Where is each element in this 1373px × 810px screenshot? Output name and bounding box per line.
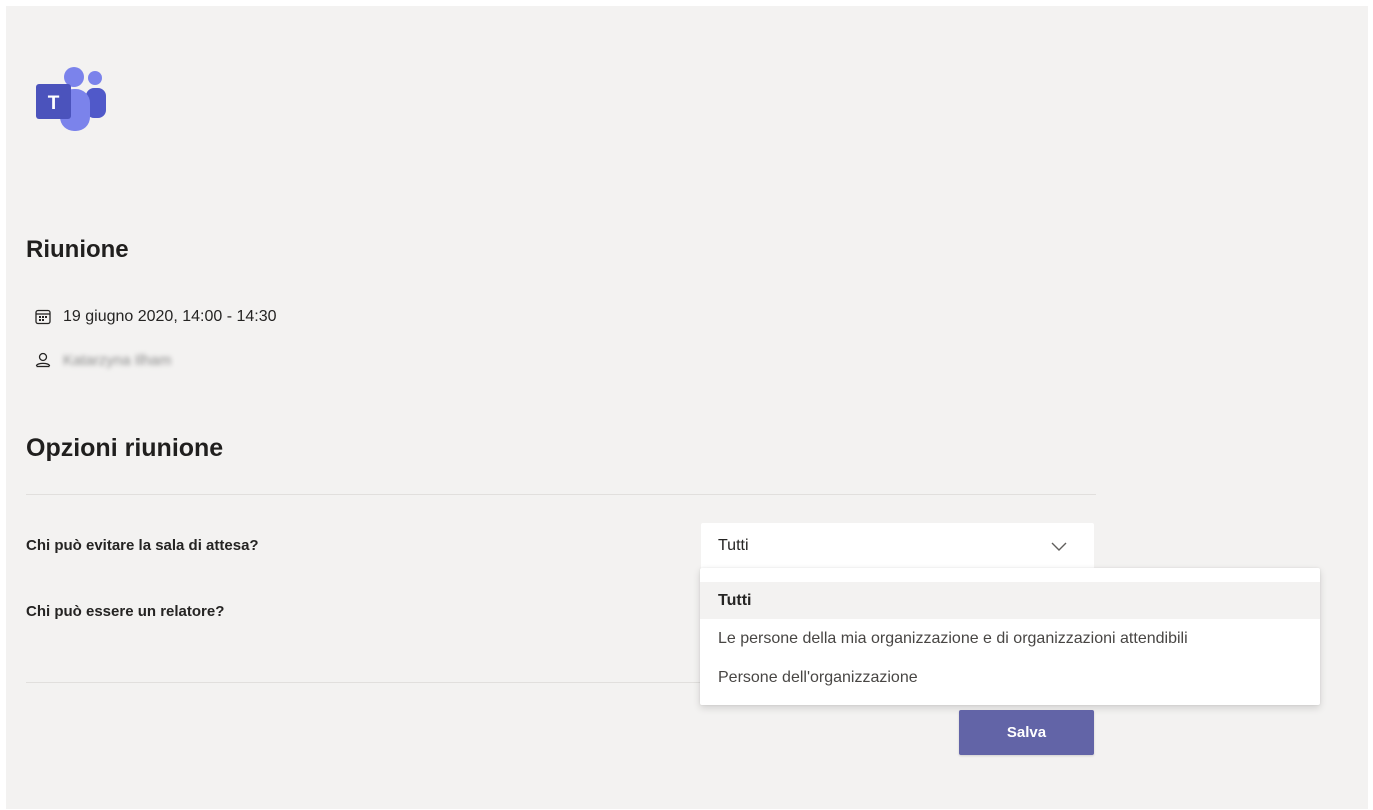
teams-logo-icon: T (34, 64, 114, 136)
calendar-icon (34, 308, 52, 326)
options-heading: Opzioni riunione (26, 434, 224, 462)
organizer-name: Katarzyna Ilham (63, 351, 172, 369)
chevron-down-icon (1050, 539, 1068, 551)
lobby-bypass-select[interactable]: Tutti (701, 523, 1094, 569)
person-icon (34, 351, 52, 369)
dropdown-option-org-only[interactable]: Persone dell'organizzazione (700, 659, 1320, 696)
presenter-question-label: Chi può essere un relatore? (26, 603, 225, 620)
lobby-selected-value: Tutti (718, 537, 749, 554)
meeting-date-row: 19 giugno 2020, 14:00 - 14:30 (34, 308, 277, 326)
save-button[interactable]: Salva (959, 710, 1094, 755)
meeting-organizer-row: Katarzyna Ilham (34, 351, 171, 369)
divider (26, 494, 1096, 495)
dropdown-option-org-and-trusted[interactable]: Le persone della mia organizzazione e di… (700, 620, 1320, 657)
lobby-options-dropdown: Tutti Le persone della mia organizzazion… (700, 568, 1320, 705)
meeting-heading: Riunione (26, 236, 129, 263)
svg-text:T: T (48, 93, 60, 114)
meeting-date-time: 19 giugno 2020, 14:00 - 14:30 (63, 308, 277, 325)
meeting-options-page: T Riunione 19 giugno 2020, 14:00 - 14:30 (6, 6, 1368, 809)
lobby-question-label: Chi può evitare la sala di attesa? (26, 537, 259, 554)
dropdown-option-everyone[interactable]: Tutti (700, 582, 1320, 619)
